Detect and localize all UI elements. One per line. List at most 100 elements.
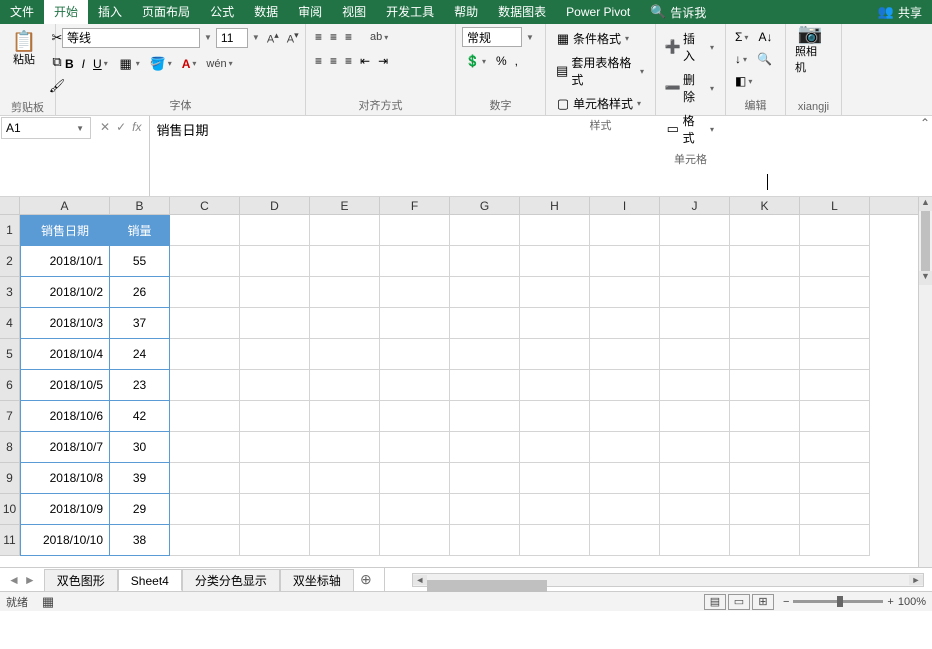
font-color-button[interactable]: A▾ [179,54,202,74]
cell[interactable]: 销售日期 [20,215,110,246]
cell[interactable] [590,370,660,401]
cell[interactable] [590,246,660,277]
view-normal-button[interactable]: ▤ [704,594,726,610]
cell[interactable] [450,463,520,494]
view-page-break-button[interactable]: ⊞ [752,594,774,610]
column-header[interactable]: F [380,197,450,214]
cell[interactable] [240,463,310,494]
percent-button[interactable]: % [493,51,510,71]
cell[interactable] [590,401,660,432]
cell[interactable] [660,463,730,494]
cell[interactable] [450,494,520,525]
font-size-select[interactable] [216,28,248,48]
cell[interactable] [450,246,520,277]
cell[interactable] [450,215,520,246]
cell[interactable] [170,339,240,370]
cell[interactable] [660,401,730,432]
scroll-right-button[interactable]: ► [909,575,923,585]
comma-button[interactable]: , [512,51,521,71]
cell[interactable] [380,463,450,494]
cell[interactable] [240,494,310,525]
cell[interactable] [590,432,660,463]
column-header[interactable]: I [590,197,660,214]
sort-filter-button[interactable]: A↓ [755,27,775,47]
cell[interactable] [170,525,240,556]
row-header[interactable]: 2 [0,246,20,277]
cell[interactable]: 55 [110,246,170,277]
cell[interactable]: 24 [110,339,170,370]
cell[interactable] [800,463,870,494]
tab-view[interactable]: 视图 [332,0,376,24]
cell[interactable]: 30 [110,432,170,463]
cell[interactable] [450,401,520,432]
cell[interactable] [520,246,590,277]
cell[interactable]: 2018/10/5 [20,370,110,401]
align-bottom-button[interactable]: ≡ [342,27,355,47]
cell[interactable]: 2018/10/6 [20,401,110,432]
cell[interactable] [590,215,660,246]
formula-bar[interactable]: 销售日期 [149,116,918,196]
number-format-select[interactable] [462,27,522,47]
cell[interactable] [170,432,240,463]
cell[interactable] [310,494,380,525]
cell[interactable] [590,494,660,525]
tab-review[interactable]: 审阅 [288,0,332,24]
cancel-formula-button[interactable]: ✕ [100,120,110,134]
underline-button[interactable]: U▾ [90,54,113,74]
column-header[interactable]: L [800,197,870,214]
name-box[interactable]: A1 ▼ [1,117,91,139]
cell[interactable] [730,246,800,277]
cell[interactable] [520,432,590,463]
cell[interactable] [310,370,380,401]
cell[interactable] [450,308,520,339]
row-header[interactable]: 7 [0,401,20,432]
vertical-scrollbar[interactable]: ▲ ▼ [918,197,932,567]
confirm-formula-button[interactable]: ✓ [116,120,126,134]
select-all-corner[interactable] [0,197,20,215]
tab-formulas[interactable]: 公式 [200,0,244,24]
format-as-table-button[interactable]: ▤套用表格格式▾ [552,51,649,91]
cell[interactable] [380,277,450,308]
cell[interactable] [520,308,590,339]
decrease-font-button[interactable]: A▾ [284,27,302,49]
column-header[interactable]: H [520,197,590,214]
cells-area[interactable]: 销售日期销量2018/10/1552018/10/2262018/10/3372… [20,215,918,567]
cell[interactable]: 2018/10/2 [20,277,110,308]
phonetic-button[interactable]: wén▾ [203,55,237,73]
cell[interactable] [240,277,310,308]
cell[interactable] [240,339,310,370]
cell[interactable] [450,277,520,308]
tab-insert[interactable]: 插入 [88,0,132,24]
indent-increase-button[interactable]: ⇥ [375,51,391,71]
cell[interactable] [520,215,590,246]
italic-button[interactable]: I [79,54,88,74]
cell[interactable] [730,525,800,556]
cell[interactable]: 23 [110,370,170,401]
sheet-nav-next[interactable]: ► [24,573,36,587]
cell[interactable]: 42 [110,401,170,432]
cell[interactable]: 26 [110,277,170,308]
tab-home[interactable]: 开始 [44,0,88,24]
tab-file[interactable]: 文件 [0,0,44,24]
cell[interactable] [240,401,310,432]
cell[interactable] [730,432,800,463]
column-header[interactable]: D [240,197,310,214]
scroll-left-button[interactable]: ◄ [413,575,427,585]
autosum-button[interactable]: Σ▾ [732,27,753,47]
sheet-nav-prev[interactable]: ◄ [8,573,20,587]
chevron-down-icon[interactable]: ▼ [202,33,214,42]
cell[interactable] [240,525,310,556]
row-header[interactable]: 1 [0,215,20,246]
chevron-down-icon[interactable]: ▼ [250,33,262,42]
cell[interactable] [520,525,590,556]
sheet-tab[interactable]: 双色图形 [44,569,118,591]
cell[interactable] [170,463,240,494]
cell[interactable] [520,463,590,494]
insert-cells-button[interactable]: ➕插入▾ [662,27,719,67]
cell[interactable] [450,339,520,370]
chevron-down-icon[interactable]: ▼ [74,124,86,133]
horizontal-scrollbar[interactable]: ◄ ► [412,573,924,587]
zoom-level[interactable]: 100% [898,596,926,608]
cell[interactable] [450,432,520,463]
cell[interactable] [800,401,870,432]
